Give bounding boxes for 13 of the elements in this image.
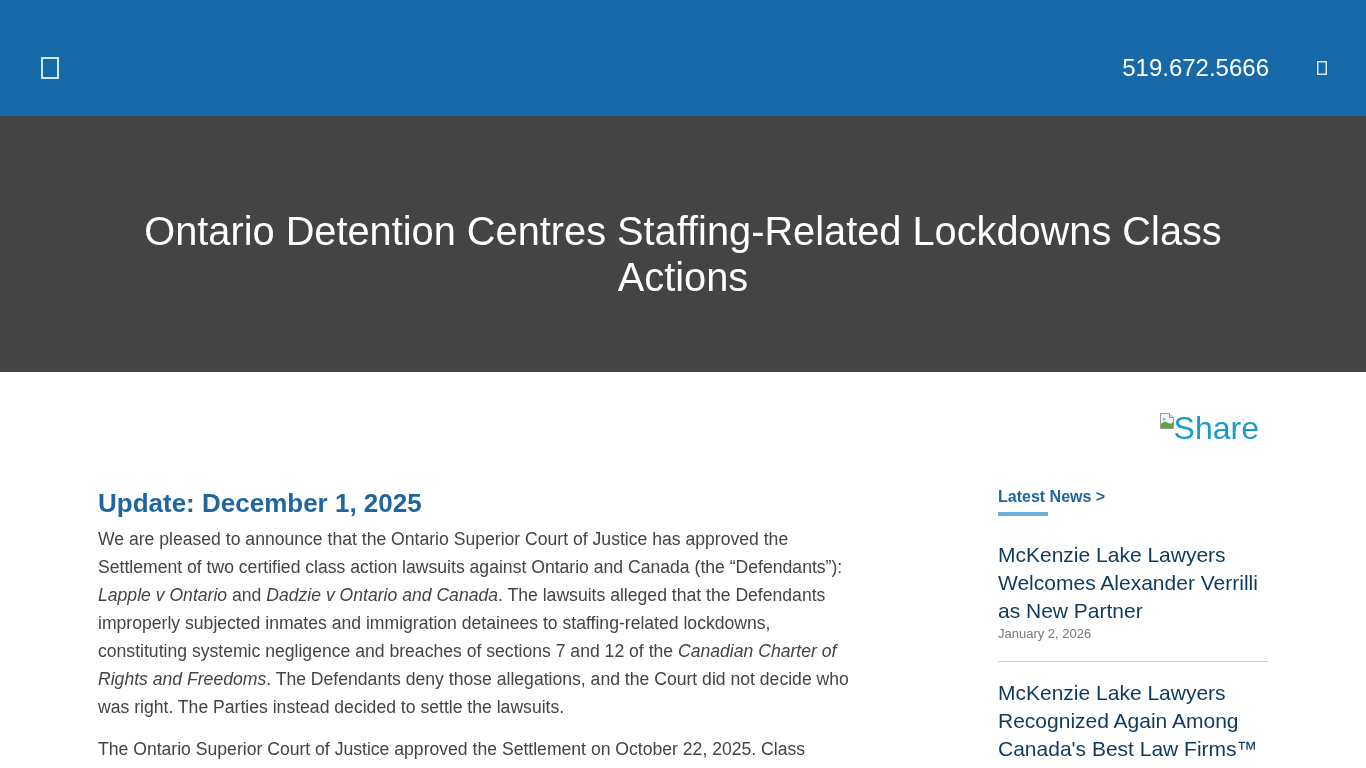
- news-title-link[interactable]: McKenzie Lake Lawyers Welcomes Alexander Verrilli as New Partner: [998, 541, 1268, 625]
- broken-image-icon: [1159, 413, 1174, 429]
- news-date: January 2, 2026: [998, 627, 1093, 641]
- small-box-outline-icon[interactable]: [1317, 61, 1327, 75]
- article-paragraph: We are pleased to announce that the Ontario Superior Court of Justice has approved the Settlement of two certified class action lawsuits against Ontario and Canada (the “Defendants”): Lapple v Ontario and Dadzie v Ontario and Canada. The lawsuits alleged that the Defendants improperly subjected inmates and immigration detainees to staffing-related lockdowns, constituting systemic negligence and breaches of sections 7 and 12 of the Canadian Charter of Rights and Freedoms. The Defendants deny those allegations, and the Court did not decide who was right. The Parties instead decided to settle the lawsuits.: [98, 528, 850, 719]
- page-title: Ontario Detention Centres Staffing-Related Lockdowns Class Actions: [143, 208, 1223, 300]
- news-title-link[interactable]: McKenzie Lake Lawyers Recognized Again Among Canada's Best Law Firms™: [998, 679, 1268, 763]
- latest-news-link[interactable]: Latest News >: [998, 488, 1268, 506]
- phone-link[interactable]: 519.672.5666: [1122, 54, 1269, 82]
- box-outline-icon[interactable]: [41, 57, 59, 79]
- article-paragraph: The Ontario Superior Court of Justice approved the Settlement on October 22, 2025. Class: [98, 738, 807, 761]
- article-heading: Update: December 1, 2025: [98, 488, 423, 518]
- share-link[interactable]: Share: [1159, 410, 1259, 447]
